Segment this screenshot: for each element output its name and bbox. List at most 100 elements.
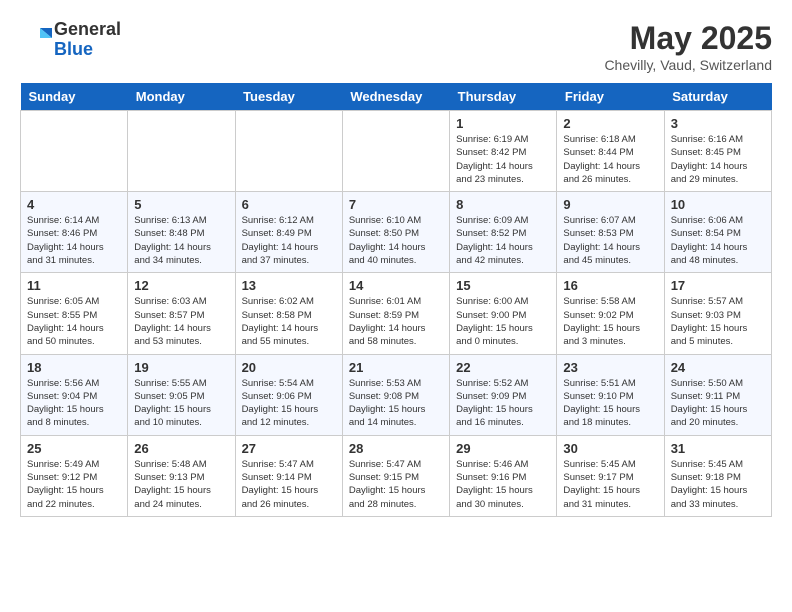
- day-info: Sunrise: 6:06 AM Sunset: 8:54 PM Dayligh…: [671, 214, 765, 267]
- calendar-cell: 22 Sunrise: 5:52 AM Sunset: 9:09 PM Dayli…: [450, 354, 557, 435]
- day-info: Sunrise: 5:57 AM Sunset: 9:03 PM Dayligh…: [671, 295, 765, 348]
- calendar-cell: 16 Sunrise: 5:58 AM Sunset: 9:02 PM Dayli…: [557, 273, 664, 354]
- weekday-header-wednesday: Wednesday: [342, 83, 449, 111]
- weekday-header-row: SundayMondayTuesdayWednesdayThursdayFrid…: [21, 83, 772, 111]
- day-info: Sunrise: 6:18 AM Sunset: 8:44 PM Dayligh…: [563, 133, 657, 186]
- day-info: Sunrise: 5:47 AM Sunset: 9:15 PM Dayligh…: [349, 458, 443, 511]
- day-info: Sunrise: 6:12 AM Sunset: 8:49 PM Dayligh…: [242, 214, 336, 267]
- calendar-cell: 14 Sunrise: 6:01 AM Sunset: 8:59 PM Dayli…: [342, 273, 449, 354]
- calendar-cell: [342, 111, 449, 192]
- day-number: 12: [134, 278, 228, 293]
- day-number: 9: [563, 197, 657, 212]
- calendar-cell: [235, 111, 342, 192]
- day-number: 16: [563, 278, 657, 293]
- calendar-cell: 18 Sunrise: 5:56 AM Sunset: 9:04 PM Dayli…: [21, 354, 128, 435]
- calendar-cell: 25Sunrise: 5:49 AM Sunset: 9:12 PM Dayli…: [21, 435, 128, 516]
- day-info: Sunrise: 5:51 AM Sunset: 9:10 PM Dayligh…: [563, 377, 657, 430]
- title-block: May 2025 Chevilly, Vaud, Switzerland: [604, 20, 772, 73]
- calendar-cell: 26 Sunrise: 5:48 AM Sunset: 9:13 PM Dayli…: [128, 435, 235, 516]
- day-info: Sunrise: 5:52 AM Sunset: 9:09 PM Dayligh…: [456, 377, 550, 430]
- day-number: 27: [242, 441, 336, 456]
- day-number: 22: [456, 360, 550, 375]
- day-number: 15: [456, 278, 550, 293]
- day-info: Sunrise: 6:03 AM Sunset: 8:57 PM Dayligh…: [134, 295, 228, 348]
- calendar-cell: 10 Sunrise: 6:06 AM Sunset: 8:54 PM Dayli…: [664, 192, 771, 273]
- day-number: 1: [456, 116, 550, 131]
- calendar-cell: 20Sunrise: 5:54 AM Sunset: 9:06 PM Dayli…: [235, 354, 342, 435]
- day-number: 2: [563, 116, 657, 131]
- calendar-week-5: 25Sunrise: 5:49 AM Sunset: 9:12 PM Dayli…: [21, 435, 772, 516]
- calendar-cell: [21, 111, 128, 192]
- calendar-cell: 6 Sunrise: 6:12 AM Sunset: 8:49 PM Daylig…: [235, 192, 342, 273]
- calendar-cell: 30 Sunrise: 5:45 AM Sunset: 9:17 PM Dayli…: [557, 435, 664, 516]
- day-info: Sunrise: 5:46 AM Sunset: 9:16 PM Dayligh…: [456, 458, 550, 511]
- day-info: Sunrise: 5:48 AM Sunset: 9:13 PM Dayligh…: [134, 458, 228, 511]
- calendar-table: SundayMondayTuesdayWednesdayThursdayFrid…: [20, 83, 772, 517]
- day-info: Sunrise: 6:02 AM Sunset: 8:58 PM Dayligh…: [242, 295, 336, 348]
- day-info: Sunrise: 5:50 AM Sunset: 9:11 PM Dayligh…: [671, 377, 765, 430]
- day-number: 31: [671, 441, 765, 456]
- day-number: 11: [27, 278, 121, 293]
- day-info: Sunrise: 5:55 AM Sunset: 9:05 PM Dayligh…: [134, 377, 228, 430]
- calendar-cell: 23 Sunrise: 5:51 AM Sunset: 9:10 PM Dayli…: [557, 354, 664, 435]
- day-info: Sunrise: 5:45 AM Sunset: 9:17 PM Dayligh…: [563, 458, 657, 511]
- weekday-header-saturday: Saturday: [664, 83, 771, 111]
- logo-text: General Blue: [54, 20, 121, 60]
- day-number: 5: [134, 197, 228, 212]
- day-number: 13: [242, 278, 336, 293]
- day-info: Sunrise: 5:58 AM Sunset: 9:02 PM Dayligh…: [563, 295, 657, 348]
- day-number: 30: [563, 441, 657, 456]
- calendar-cell: 19 Sunrise: 5:55 AM Sunset: 9:05 PM Dayli…: [128, 354, 235, 435]
- day-number: 6: [242, 197, 336, 212]
- day-info: Sunrise: 6:16 AM Sunset: 8:45 PM Dayligh…: [671, 133, 765, 186]
- logo-icon: [20, 24, 52, 56]
- day-info: Sunrise: 5:54 AM Sunset: 9:06 PM Dayligh…: [242, 377, 336, 430]
- day-number: 19: [134, 360, 228, 375]
- calendar-week-2: 4Sunrise: 6:14 AM Sunset: 8:46 PM Daylig…: [21, 192, 772, 273]
- day-number: 14: [349, 278, 443, 293]
- day-info: Sunrise: 6:14 AM Sunset: 8:46 PM Dayligh…: [27, 214, 121, 267]
- calendar-cell: 13 Sunrise: 6:02 AM Sunset: 8:58 PM Dayli…: [235, 273, 342, 354]
- calendar-cell: 17Sunrise: 5:57 AM Sunset: 9:03 PM Dayli…: [664, 273, 771, 354]
- day-number: 24: [671, 360, 765, 375]
- weekday-header-thursday: Thursday: [450, 83, 557, 111]
- weekday-header-tuesday: Tuesday: [235, 83, 342, 111]
- calendar-week-3: 11 Sunrise: 6:05 AM Sunset: 8:55 PM Dayli…: [21, 273, 772, 354]
- day-info: Sunrise: 6:19 AM Sunset: 8:42 PM Dayligh…: [456, 133, 550, 186]
- day-number: 21: [349, 360, 443, 375]
- day-number: 23: [563, 360, 657, 375]
- calendar-cell: 8Sunrise: 6:09 AM Sunset: 8:52 PM Daylig…: [450, 192, 557, 273]
- calendar-cell: 7 Sunrise: 6:10 AM Sunset: 8:50 PM Daylig…: [342, 192, 449, 273]
- month-title: May 2025: [604, 20, 772, 57]
- day-number: 29: [456, 441, 550, 456]
- page-header: General Blue May 2025 Chevilly, Vaud, Sw…: [20, 20, 772, 73]
- weekday-header-monday: Monday: [128, 83, 235, 111]
- calendar-cell: 31 Sunrise: 5:45 AM Sunset: 9:18 PM Dayli…: [664, 435, 771, 516]
- logo-blue: Blue: [54, 40, 121, 60]
- day-number: 7: [349, 197, 443, 212]
- day-info: Sunrise: 6:05 AM Sunset: 8:55 PM Dayligh…: [27, 295, 121, 348]
- logo-general: General: [54, 20, 121, 40]
- day-number: 18: [27, 360, 121, 375]
- day-info: Sunrise: 5:53 AM Sunset: 9:08 PM Dayligh…: [349, 377, 443, 430]
- day-info: Sunrise: 6:10 AM Sunset: 8:50 PM Dayligh…: [349, 214, 443, 267]
- day-info: Sunrise: 5:56 AM Sunset: 9:04 PM Dayligh…: [27, 377, 121, 430]
- calendar-cell: 24 Sunrise: 5:50 AM Sunset: 9:11 PM Dayli…: [664, 354, 771, 435]
- day-number: 26: [134, 441, 228, 456]
- day-info: Sunrise: 5:47 AM Sunset: 9:14 PM Dayligh…: [242, 458, 336, 511]
- day-info: Sunrise: 6:01 AM Sunset: 8:59 PM Dayligh…: [349, 295, 443, 348]
- calendar-cell: 12 Sunrise: 6:03 AM Sunset: 8:57 PM Dayli…: [128, 273, 235, 354]
- calendar-cell: 27 Sunrise: 5:47 AM Sunset: 9:14 PM Dayli…: [235, 435, 342, 516]
- calendar-cell: 29 Sunrise: 5:46 AM Sunset: 9:16 PM Dayli…: [450, 435, 557, 516]
- day-info: Sunrise: 6:13 AM Sunset: 8:48 PM Dayligh…: [134, 214, 228, 267]
- day-number: 10: [671, 197, 765, 212]
- calendar-cell: 5 Sunrise: 6:13 AM Sunset: 8:48 PM Daylig…: [128, 192, 235, 273]
- day-info: Sunrise: 6:00 AM Sunset: 9:00 PM Dayligh…: [456, 295, 550, 348]
- calendar-cell: 9Sunrise: 6:07 AM Sunset: 8:53 PM Daylig…: [557, 192, 664, 273]
- day-info: Sunrise: 5:45 AM Sunset: 9:18 PM Dayligh…: [671, 458, 765, 511]
- calendar-cell: [128, 111, 235, 192]
- calendar-cell: 1 Sunrise: 6:19 AM Sunset: 8:42 PM Daylig…: [450, 111, 557, 192]
- calendar-week-4: 18 Sunrise: 5:56 AM Sunset: 9:04 PM Dayli…: [21, 354, 772, 435]
- calendar-cell: 28Sunrise: 5:47 AM Sunset: 9:15 PM Dayli…: [342, 435, 449, 516]
- day-number: 25: [27, 441, 121, 456]
